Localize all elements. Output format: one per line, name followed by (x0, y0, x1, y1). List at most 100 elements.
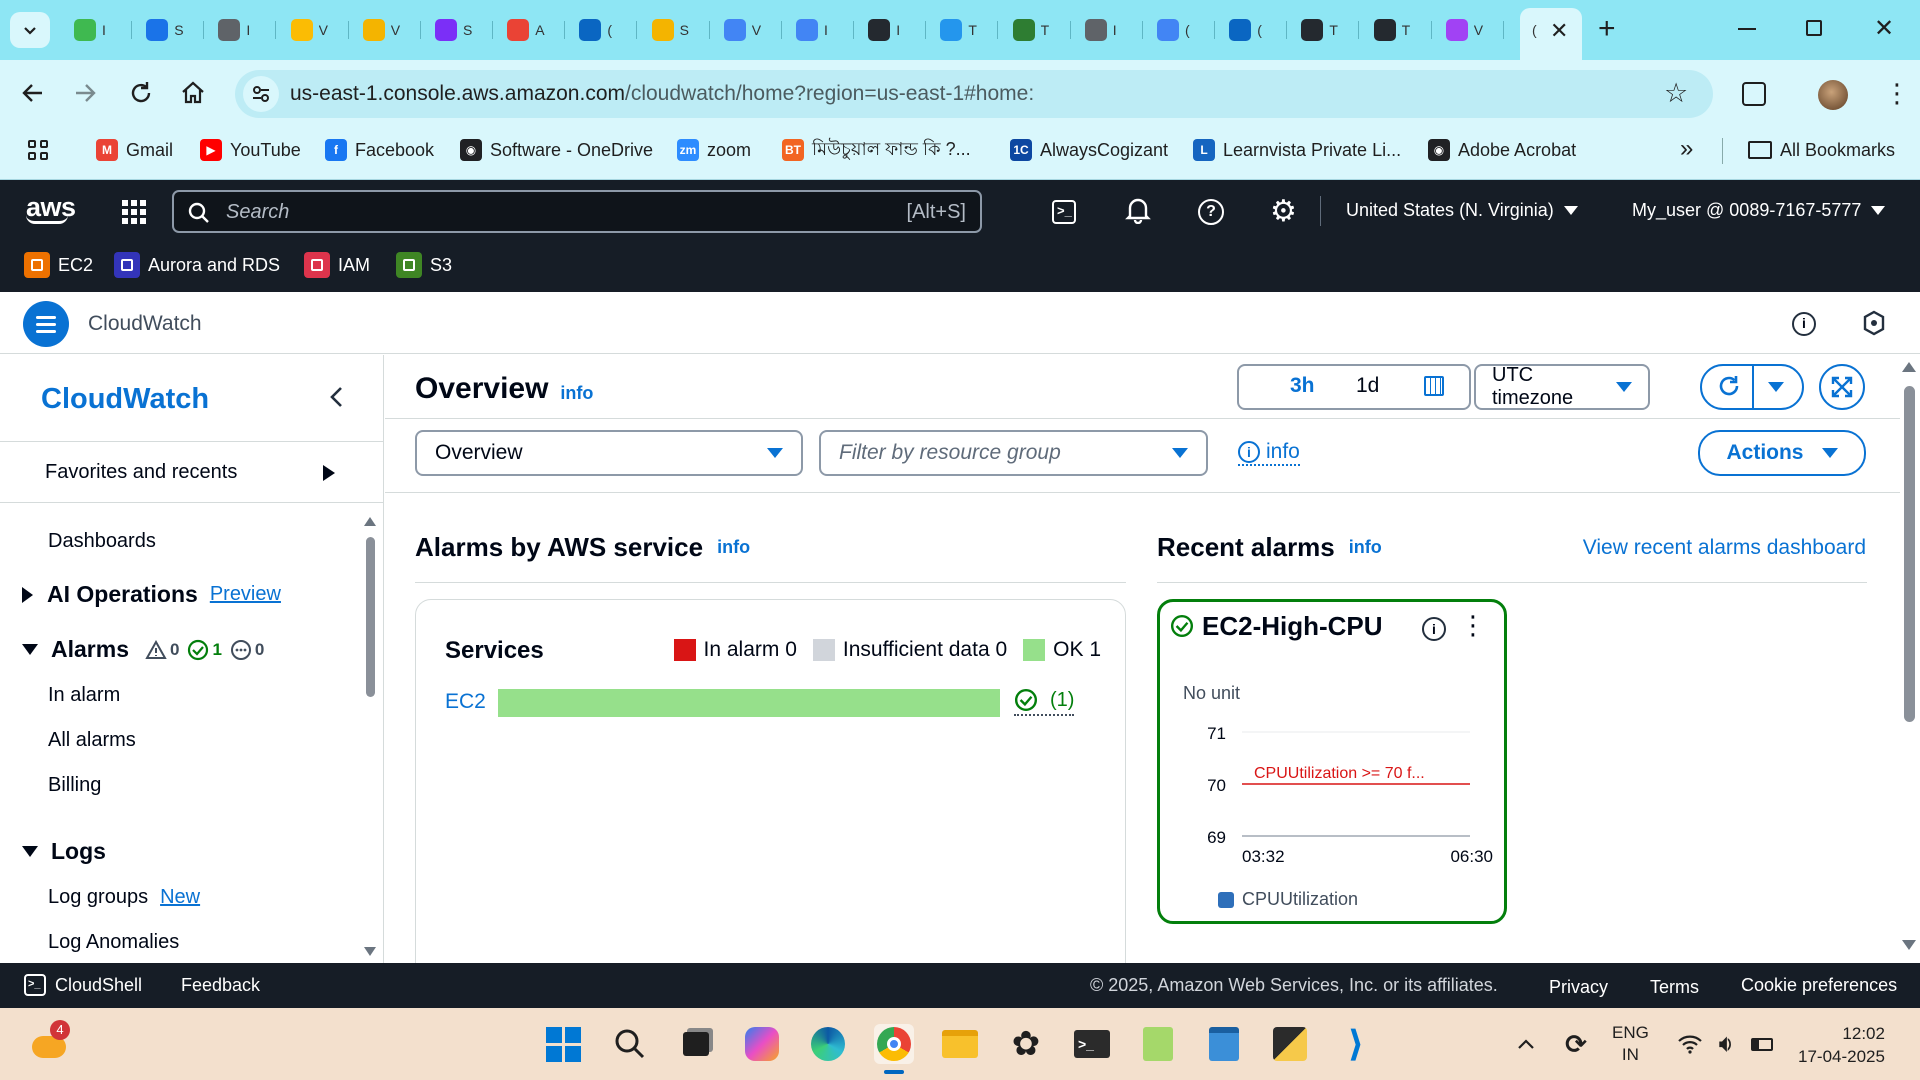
dashboard-select[interactable]: Overview (415, 430, 803, 476)
bookmark-item[interactable]: f Facebook (325, 138, 434, 162)
favorite-service-ec2[interactable]: EC2 (24, 252, 93, 278)
browser-tab[interactable]: I (784, 12, 854, 48)
profile-avatar[interactable] (1818, 80, 1848, 110)
actions-button[interactable]: Actions (1698, 430, 1866, 476)
view-recent-alarms-link[interactable]: View recent alarms dashboard (1583, 536, 1866, 560)
copilot-icon[interactable] (742, 1024, 782, 1064)
overview-info-link[interactable]: info (560, 383, 593, 404)
favorite-service-s3[interactable]: S3 (396, 252, 452, 278)
bookmark-item[interactable]: ◉ Adobe Acrobat (1428, 138, 1576, 162)
bookmark-item[interactable]: M Gmail (96, 138, 173, 162)
account-menu[interactable]: My_user @ 0089-7167-5777 (1632, 200, 1886, 221)
browser-tab[interactable]: V (351, 12, 421, 48)
terminal-icon[interactable]: >_ (1072, 1024, 1112, 1064)
sidebar-item-log-groups[interactable]: Log groups New (48, 886, 200, 909)
language-indicator[interactable]: ENG IN (1612, 1022, 1649, 1066)
favorite-service-aurora-and-rds[interactable]: Aurora and RDS (114, 252, 280, 278)
bookmark-item[interactable]: 1C AlwaysCogizant (1010, 138, 1168, 162)
sidebar-item-dashboards[interactable]: Dashboards (48, 530, 156, 553)
volume-icon[interactable]: 🔉︎ (1706, 1024, 1746, 1064)
service-row-ec2-ok-bar[interactable] (498, 689, 1000, 717)
sidebar-scrollbar-thumb[interactable] (366, 537, 375, 697)
alarm-card-menu-icon[interactable]: ⋮ (1460, 612, 1486, 638)
region-selector[interactable]: United States (N. Virginia) (1346, 200, 1578, 221)
bookmark-item[interactable]: zm zoom (677, 138, 751, 162)
page-scrollbar-thumb[interactable] (1904, 386, 1915, 722)
alarm-card-info-icon[interactable]: i (1422, 617, 1446, 641)
browser-tab[interactable]: I (62, 12, 132, 48)
browser-tab[interactable]: ( (567, 12, 638, 48)
browser-tab[interactable]: S (134, 12, 205, 48)
taskbar-search-icon[interactable] (610, 1024, 650, 1064)
minimize-button[interactable] (1738, 28, 1756, 30)
reload-button[interactable] (128, 80, 154, 111)
bookmark-star-icon[interactable]: ☆ (1664, 78, 1688, 109)
alarm-in-alarm-count[interactable]: 0 (145, 639, 179, 660)
apps-grid-icon[interactable] (28, 140, 48, 160)
sidebar-item-billing[interactable]: Billing (48, 774, 101, 797)
time-range-1d[interactable]: 1d (1356, 374, 1379, 398)
refresh-button[interactable] (1716, 373, 1742, 404)
sidebar-item-in-alarm[interactable]: In alarm (48, 684, 120, 707)
clock[interactable]: 12:02 17-04-2025 (1798, 1022, 1885, 1068)
privacy-link[interactable]: Privacy (1549, 977, 1608, 998)
hexagon-icon[interactable] (1862, 310, 1886, 341)
time-range-3h[interactable]: 3h (1290, 374, 1315, 398)
service-row-ec2-ok-count[interactable]: (1) (1014, 688, 1075, 716)
site-info-icon[interactable] (243, 76, 279, 112)
sidebar-section-ai-operations[interactable]: AI Operations Preview (22, 581, 281, 608)
sidebar-section-alarms[interactable]: Alarms 0 1 0 (22, 636, 264, 663)
new-tab-button[interactable]: + (1598, 14, 1616, 44)
aws-search-input[interactable]: Search [Alt+S] (172, 190, 982, 233)
services-menu-icon[interactable] (122, 200, 146, 224)
help-icon[interactable]: ? (1198, 199, 1224, 225)
show-hidden-icons[interactable] (1506, 1024, 1546, 1064)
new-badge[interactable]: New (160, 886, 200, 909)
chatgpt-icon[interactable]: ✿ (1006, 1024, 1046, 1064)
browser-tab[interactable]: T (928, 12, 999, 48)
sidebar-item-all-alarms[interactable]: All alarms (48, 729, 136, 752)
edge-icon[interactable] (808, 1024, 848, 1064)
extensions-icon[interactable] (1742, 82, 1766, 106)
browser-tab[interactable]: S (640, 12, 710, 48)
wifi-icon[interactable] (1670, 1024, 1710, 1064)
browser-menu-icon[interactable]: ⋮ (1884, 80, 1910, 106)
browser-tab[interactable]: T (1289, 12, 1360, 48)
browser-tab[interactable]: T (1362, 12, 1432, 48)
browser-tab[interactable]: A (495, 12, 566, 48)
start-button[interactable] (543, 1024, 583, 1064)
hamburger-menu-button[interactable] (23, 301, 69, 347)
collapse-sidebar-icon[interactable] (328, 385, 346, 414)
browser-tab[interactable]: ( (1145, 12, 1215, 48)
aws-logo[interactable]: aws (26, 192, 76, 224)
terms-link[interactable]: Terms (1650, 977, 1699, 998)
browser-tab[interactable]: T (1001, 12, 1071, 48)
sidebar-scroll-up[interactable] (364, 517, 376, 526)
feedback-link[interactable]: Feedback (181, 975, 260, 996)
resource-group-filter[interactable]: Filter by resource group (819, 430, 1208, 476)
cloudshell-icon[interactable]: >_ (1052, 200, 1076, 224)
browser-tab[interactable]: I (856, 12, 927, 48)
service-row-ec2-link[interactable]: EC2 (445, 690, 486, 714)
browser-tab[interactable]: I (1073, 12, 1143, 48)
close-window-button[interactable]: ✕ (1874, 14, 1894, 43)
active-tab[interactable]: ( ✕ (1520, 8, 1582, 60)
weather-widget[interactable]: 4 (30, 1020, 70, 1062)
alarm-card-title[interactable]: EC2-High-CPU (1202, 611, 1383, 642)
home-button[interactable] (180, 80, 206, 111)
alarm-card[interactable]: EC2-High-CPU i ⋮ No unit 71 70 69 CPUUtiliz… (1157, 599, 1507, 924)
recent-alarms-info[interactable]: info (1349, 537, 1382, 558)
forward-button[interactable] (72, 80, 98, 111)
browser-tab[interactable]: I (206, 12, 277, 48)
notifications-bell-icon[interactable] (1125, 196, 1151, 229)
battery-icon[interactable] (1742, 1024, 1782, 1064)
preview-badge[interactable]: Preview (210, 583, 281, 606)
cookie-preferences-link[interactable]: Cookie preferences (1741, 975, 1897, 996)
alarm-ok-count[interactable]: 1 (187, 639, 222, 661)
browser-tab[interactable]: V (1434, 12, 1504, 48)
bookmark-item[interactable]: ◉ Software - OneDrive (460, 138, 653, 162)
chrome-icon[interactable] (874, 1024, 914, 1064)
browser-tab[interactable]: ( (1217, 12, 1288, 48)
all-bookmarks[interactable]: All Bookmarks (1748, 138, 1895, 162)
filter-info-link[interactable]: i info (1238, 440, 1300, 466)
